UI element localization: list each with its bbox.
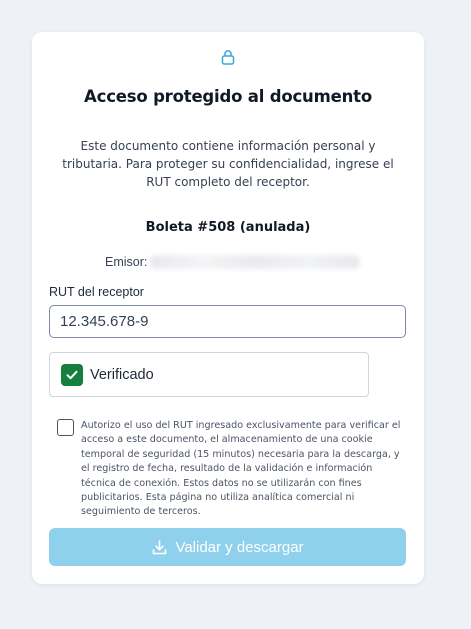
download-icon bbox=[153, 539, 167, 554]
lock-icon bbox=[221, 50, 235, 65]
verified-checkbox[interactable] bbox=[61, 363, 83, 386]
access-card: Acceso protegido al documento Este docum… bbox=[32, 32, 424, 584]
consent-text: Autorizo el uso del RUT ingresado exclus… bbox=[81, 420, 401, 518]
consent-checkbox[interactable] bbox=[57, 419, 74, 436]
rut-input[interactable] bbox=[49, 305, 406, 338]
emisor-label: Emisor: bbox=[105, 255, 148, 269]
validate-download-button[interactable]: Validar y descargar bbox=[49, 528, 406, 566]
page-title: Acceso protegido al documento bbox=[84, 87, 372, 106]
rut-field-label: RUT del receptor bbox=[49, 285, 144, 299]
verification-widget[interactable]: Verificado bbox=[49, 352, 369, 397]
verified-label: Verificado bbox=[90, 366, 154, 383]
submit-label: Validar y descargar bbox=[175, 538, 304, 556]
description-text: Este documento contiene información pers… bbox=[62, 139, 394, 189]
check-icon bbox=[66, 370, 78, 379]
emisor-value-redacted bbox=[150, 255, 361, 269]
document-title: Boleta #508 (anulada) bbox=[145, 220, 311, 235]
emisor-row: Emisor: bbox=[105, 254, 361, 270]
